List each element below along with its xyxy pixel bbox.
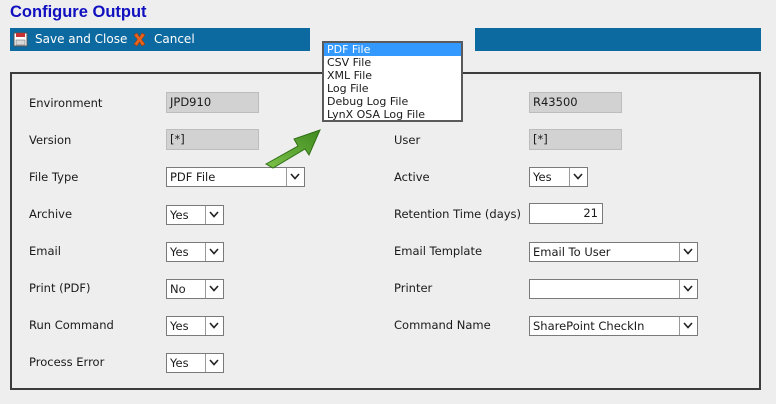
toolbar-right-section [475,28,761,51]
active-value: Yes [533,170,552,184]
page-title: Configure Output [10,3,147,21]
cancel-icon [133,32,146,47]
chevron-down-icon [205,354,223,372]
chevron-down-icon [679,243,697,261]
chevron-down-icon [569,168,587,186]
run-command-select[interactable]: Yes [166,316,224,336]
save-and-close-label: Save and Close [35,32,128,46]
dropdown-option[interactable]: Debug Log File [324,95,461,108]
callout-arrow-icon [264,129,321,169]
file-type-label: File Type [29,170,79,184]
dropdown-option[interactable]: LynX OSA Log File [324,108,461,121]
dropdown-option[interactable]: PDF File [324,43,461,56]
retention-time-input[interactable]: 21 [529,203,603,224]
program-field: R43500 [529,92,622,113]
command-name-value: SharePoint CheckIn [533,319,645,333]
dropdown-option[interactable]: Log File [324,82,461,95]
user-label: User [394,133,421,147]
archive-select[interactable]: Yes [166,205,224,225]
archive-label: Archive [29,207,73,221]
retention-time-label: Retention Time (days) [394,207,522,221]
chevron-down-icon [205,243,223,261]
save-icon [13,32,28,47]
process-error-value: Yes [170,356,189,370]
save-and-close-button[interactable]: Save and Close [13,28,127,51]
chevron-down-icon [205,317,223,335]
chevron-down-icon [205,280,223,298]
command-name-select[interactable]: SharePoint CheckIn [529,316,698,336]
print-pdf-select[interactable]: No [166,279,224,299]
email-template-select[interactable]: Email To User [529,242,698,262]
chevron-down-icon [679,317,697,335]
command-name-label: Command Name [394,318,491,332]
printer-select[interactable] [529,279,698,299]
active-select[interactable]: Yes [529,167,588,187]
user-field: [*] [529,129,622,150]
file-type-dropdown-list: PDF File CSV File XML File Log File Debu… [322,41,463,122]
dropdown-option[interactable]: XML File [324,69,461,82]
email-label: Email [29,244,61,258]
process-error-select[interactable]: Yes [166,353,224,373]
environment-label: Environment [29,96,103,110]
process-error-label: Process Error [29,355,105,369]
version-label: Version [29,133,72,147]
print-pdf-value: No [170,282,186,296]
archive-value: Yes [170,208,189,222]
file-type-value: PDF File [170,170,216,184]
email-template-label: Email Template [394,244,483,258]
email-template-value: Email To User [533,245,611,259]
dropdown-option[interactable]: CSV File [324,56,461,69]
printer-label: Printer [394,281,433,295]
version-field: [*] [166,129,259,150]
cancel-button[interactable]: Cancel [132,28,195,51]
cancel-label: Cancel [154,32,195,46]
print-pdf-label: Print (PDF) [29,281,91,295]
environment-field: JPD910 [166,92,259,113]
run-command-value: Yes [170,319,189,333]
toolbar: Save and Close Cancel [10,28,310,51]
email-value: Yes [170,245,189,259]
active-label: Active [394,170,430,184]
chevron-down-icon [205,206,223,224]
run-command-label: Run Command [29,318,114,332]
chevron-down-icon [679,280,697,298]
email-select[interactable]: Yes [166,242,224,262]
